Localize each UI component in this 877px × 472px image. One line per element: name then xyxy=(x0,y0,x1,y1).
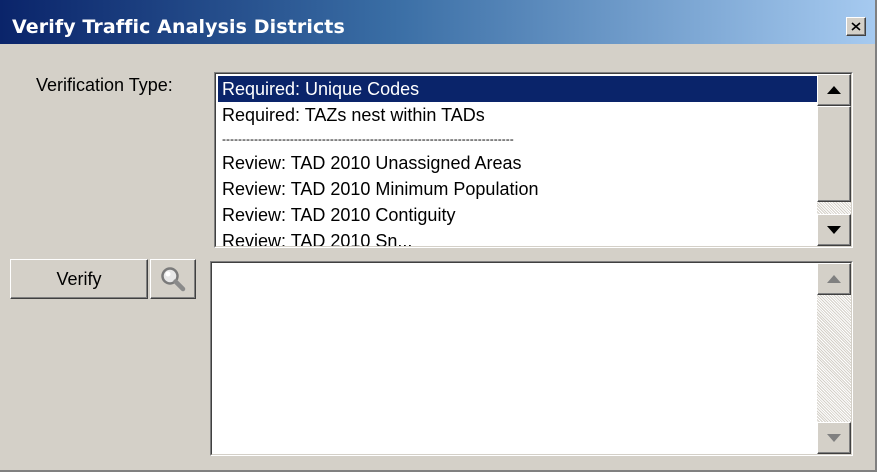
list-item-contiguity[interactable]: Review: TAD 2010 Contiguity xyxy=(218,202,819,228)
list-vertical-scrollbar[interactable] xyxy=(817,74,851,246)
list-item-separator[interactable]: ----------------------------------------… xyxy=(218,128,819,150)
list-item-partial[interactable]: Review: TAD 2010 Sn... xyxy=(218,228,819,246)
zoom-button[interactable] xyxy=(150,259,196,299)
scroll-up-button[interactable] xyxy=(817,74,851,106)
window-title: Verify Traffic Analysis Districts xyxy=(12,16,345,38)
dialog-window: Verify Traffic Analysis Districts Verifi… xyxy=(0,0,877,472)
verification-type-label: Verification Type: xyxy=(36,75,173,95)
scroll-thumb[interactable] xyxy=(817,106,851,202)
arrow-up-icon xyxy=(827,275,841,283)
list-item-unique-codes[interactable]: Required: Unique Codes xyxy=(218,76,819,102)
list-item-taz-nest[interactable]: Required: TAZs nest within TADs xyxy=(218,102,819,128)
scroll-down-button[interactable] xyxy=(817,214,851,246)
output-textarea[interactable] xyxy=(210,261,853,456)
output-scroll-up-button[interactable] xyxy=(817,263,851,295)
verification-type-list[interactable]: Required: Unique Codes Required: TAZs ne… xyxy=(214,72,853,248)
close-button[interactable] xyxy=(846,17,866,36)
list-item-minimum-population[interactable]: Review: TAD 2010 Minimum Population xyxy=(218,176,819,202)
title-bar[interactable]: Verify Traffic Analysis Districts xyxy=(0,0,875,44)
arrow-down-icon xyxy=(827,434,841,442)
list-item-unassigned-areas[interactable]: Review: TAD 2010 Unassigned Areas xyxy=(218,150,819,176)
output-vertical-scrollbar[interactable] xyxy=(817,263,851,454)
arrow-down-icon xyxy=(827,226,841,234)
close-icon xyxy=(851,22,861,31)
output-scroll-down-button[interactable] xyxy=(817,422,851,454)
list-items: Required: Unique Codes Required: TAZs ne… xyxy=(218,76,819,246)
arrow-up-icon xyxy=(827,86,841,94)
verify-button[interactable]: Verify xyxy=(10,259,148,299)
magnifier-icon xyxy=(161,267,186,292)
